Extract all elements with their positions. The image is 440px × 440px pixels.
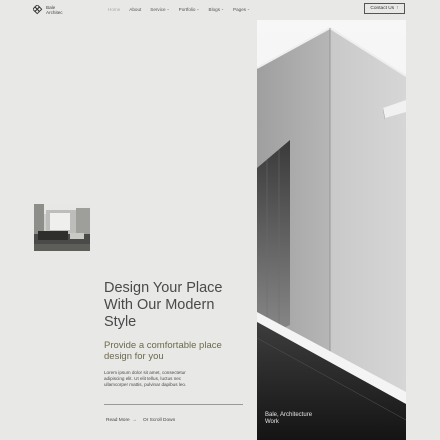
nav-item-label: Service	[150, 6, 166, 12]
read-more-link[interactable]: Read More →	[106, 418, 137, 423]
scroll-down-link[interactable]: Or Scroll Down	[143, 418, 175, 423]
hero-title: Design Your Place With Our Modern Style	[104, 280, 254, 331]
arrow-up-icon: ↑	[396, 6, 399, 11]
divider-line	[104, 404, 243, 405]
nav-item-pages[interactable]: Pages ⌄	[233, 7, 250, 12]
hero-description: Lorem ipsum dolor sit amet, consectetur a…	[104, 370, 254, 389]
hero-subtitle: Provide a comfortable place design for yo…	[104, 340, 254, 362]
contact-us-label: Contact Us	[370, 6, 395, 11]
hero-title-line: With Our Modern	[104, 297, 215, 313]
photo-caption-line2: Work	[265, 419, 279, 425]
hero-subtitle-line: Provide a comfortable place	[104, 340, 222, 351]
nav-item-label: Pages	[233, 6, 247, 12]
hero-description-line: ullamcorper mattis, pulvinar dapibus leo…	[104, 382, 187, 388]
nav-item-label: Blogs	[208, 6, 221, 12]
nav-item-home[interactable]: Home	[108, 7, 120, 12]
interior-photo-illustration	[34, 204, 90, 251]
nav-item-about[interactable]: About	[129, 7, 141, 12]
read-more-label: Read More	[106, 418, 130, 423]
chevron-down-icon: ⌄	[247, 7, 251, 11]
diamond-grid-logo-icon	[33, 5, 43, 15]
interior-thumbnail-image[interactable]	[34, 204, 90, 251]
chevron-down-icon: ⌄	[221, 7, 225, 11]
building-photo-illustration	[257, 20, 406, 440]
main-nav: Home About Service ⌄ Portfolio ⌄ Blogs ⌄ Pages ⌄	[108, 6, 250, 12]
photo-caption: Bale, Architecture Work	[265, 412, 312, 426]
site-header: Bale Architec Home About Service ⌄ Portfolio…	[0, 0, 440, 20]
contact-us-button[interactable]: Contact Us ↑	[364, 3, 405, 14]
nav-item-blogs[interactable]: Blogs ⌄	[209, 7, 225, 12]
chevron-down-icon: ⌄	[166, 7, 170, 11]
chevron-down-icon: ⌄	[196, 7, 200, 11]
architecture-hero-image	[257, 20, 406, 440]
hero-subtitle-line: design for you	[104, 351, 164, 362]
nav-item-label: Portfolio	[178, 6, 196, 12]
photo-caption-line1: Bale, Architecture	[265, 412, 313, 418]
nav-item-label: Home	[108, 6, 121, 12]
nav-item-service[interactable]: Service ⌄	[150, 7, 169, 12]
nav-item-label: About	[129, 6, 142, 12]
brand-name: Bale Architec	[46, 5, 63, 15]
hero-title-line: Style	[104, 314, 137, 330]
brand-name-line2: Architec	[46, 10, 63, 15]
arrow-right-icon: →	[131, 418, 137, 423]
hero-title-line: Design Your Place	[104, 280, 223, 296]
nav-item-portfolio[interactable]: Portfolio ⌄	[179, 7, 200, 12]
brand-logo[interactable]: Bale Architec	[33, 3, 63, 17]
